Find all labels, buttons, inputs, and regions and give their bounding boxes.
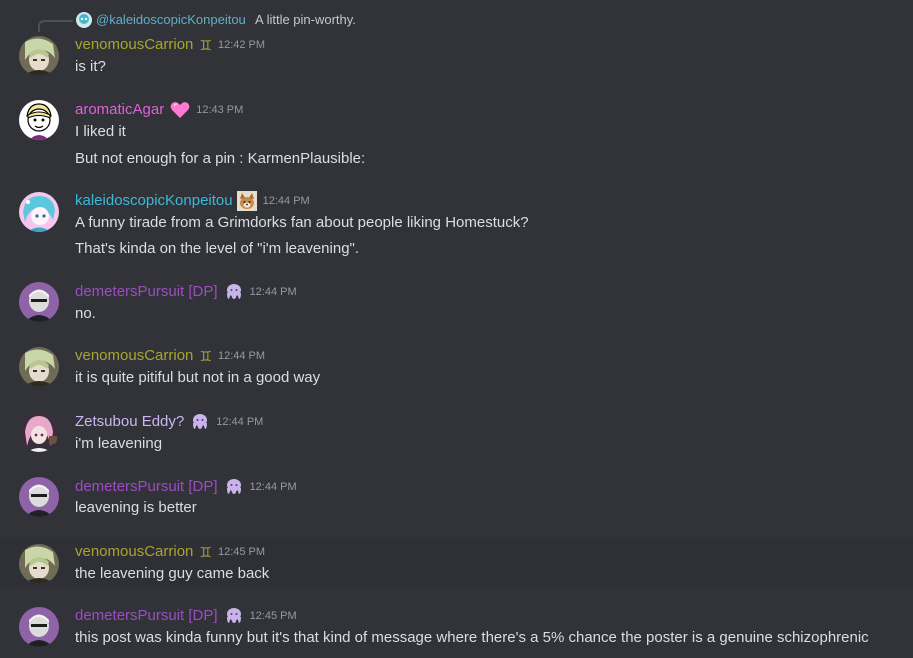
dog-icon: [236, 191, 257, 211]
message-group: Zetsubou Eddy? 12:44 PM i'm leavening: [0, 402, 913, 466]
reply-avatar[interactable]: [76, 12, 92, 28]
username[interactable]: aromaticAgar: [75, 100, 164, 120]
message-text: this post was kinda funny but it's that …: [75, 629, 869, 646]
message-header: Zetsubou Eddy? 12:44 PM: [75, 412, 263, 432]
reply-connector: [38, 20, 73, 32]
timestamp[interactable]: 12:44 PM: [250, 477, 297, 497]
avatar[interactable]: [19, 282, 59, 322]
avatar[interactable]: [19, 100, 59, 140]
message-text: But not enough for a pin : KarmenPlausib…: [75, 150, 366, 167]
message-group: demetersPursuit [DP] 12:45 PM this post …: [0, 587, 913, 658]
avatar[interactable]: [19, 477, 59, 517]
message-header: demetersPursuit [DP] 12:44 PM: [75, 282, 297, 302]
message-text: That's kinda on the level of "i'm leaven…: [75, 240, 360, 257]
username[interactable]: demetersPursuit [DP]: [75, 477, 218, 497]
timestamp[interactable]: 12:44 PM: [216, 412, 263, 432]
message-group: @kaleidoscopicKonpeitou A little pin-wor…: [0, 0, 913, 90]
timestamp[interactable]: 12:44 PM: [218, 346, 265, 366]
gemini-icon: ♊: [199, 348, 212, 364]
message-text: I liked it: [75, 123, 126, 140]
message-text: A funny tirade from a Grimdorks fan abou…: [75, 214, 529, 231]
message-header: kaleidoscopicKonpeitou 12:44 PM: [75, 191, 310, 211]
avatar[interactable]: [19, 412, 59, 452]
reply-mention[interactable]: @kaleidoscopicKonpeitou: [96, 12, 246, 28]
message-group: venomousCarrion ♊ 12:44 PM it is quite p…: [0, 336, 913, 402]
message-group: aromaticAgar 12:43 PM I liked it But not…: [0, 92, 913, 180]
avatar[interactable]: [19, 347, 59, 387]
timestamp[interactable]: 12:43 PM: [196, 100, 243, 120]
message-text: the leavening guy came back: [75, 565, 270, 582]
message-text: leavening is better: [75, 499, 197, 516]
message-header: aromaticAgar 12:43 PM: [75, 100, 243, 120]
message-text: it is quite pitiful but not in a good wa…: [75, 369, 321, 386]
message-group: demetersPursuit [DP] 12:44 PM no.: [0, 272, 913, 336]
gemini-icon: ♊: [199, 544, 212, 560]
message-text: is it?: [75, 58, 106, 75]
timestamp[interactable]: 12:42 PM: [218, 35, 265, 55]
message-text: i'm leavening: [75, 435, 163, 452]
avatar[interactable]: [19, 607, 59, 647]
username[interactable]: demetersPursuit [DP]: [75, 282, 218, 302]
username[interactable]: venomousCarrion: [75, 542, 193, 562]
message-header: venomousCarrion ♊ 12:45 PM: [75, 542, 265, 562]
username[interactable]: Zetsubou Eddy?: [75, 412, 184, 432]
username[interactable]: kaleidoscopicKonpeitou: [75, 191, 233, 211]
timestamp[interactable]: 12:44 PM: [250, 282, 297, 302]
message-header: demetersPursuit [DP] 12:45 PM: [75, 606, 297, 626]
octopus-icon: [224, 607, 244, 625]
message-group: demetersPursuit [DP] 12:44 PM leavening …: [0, 466, 913, 539]
message-header: demetersPursuit [DP] 12:44 PM: [75, 477, 297, 497]
reply-preview[interactable]: @kaleidoscopicKonpeitou A little pin-wor…: [0, 0, 913, 32]
octopus-icon: [224, 478, 244, 496]
timestamp[interactable]: 12:45 PM: [218, 542, 265, 562]
chat-message-list: @kaleidoscopicKonpeitou A little pin-wor…: [0, 0, 913, 658]
message-group: venomousCarrion ♊ 12:45 PM the leavening…: [0, 539, 913, 587]
username[interactable]: venomousCarrion: [75, 35, 193, 55]
gemini-icon: ♊: [199, 37, 212, 53]
reply-text[interactable]: A little pin-worthy.: [255, 12, 356, 28]
message-header: venomousCarrion ♊ 12:44 PM: [75, 346, 265, 366]
timestamp[interactable]: 12:45 PM: [250, 606, 297, 626]
avatar[interactable]: [19, 36, 59, 76]
avatar[interactable]: [19, 544, 59, 584]
octopus-icon: [224, 283, 244, 301]
message-text: no.: [75, 305, 96, 322]
octopus-icon: [190, 413, 210, 431]
timestamp[interactable]: 12:44 PM: [263, 191, 310, 211]
avatar[interactable]: [19, 192, 59, 232]
message-header: venomousCarrion ♊ 12:42 PM: [75, 35, 265, 55]
username[interactable]: demetersPursuit [DP]: [75, 606, 218, 626]
username[interactable]: venomousCarrion: [75, 346, 193, 366]
pink-heart-icon: [170, 101, 190, 119]
message-group: kaleidoscopicKonpeitou 12:44 PM A funny …: [0, 180, 913, 272]
